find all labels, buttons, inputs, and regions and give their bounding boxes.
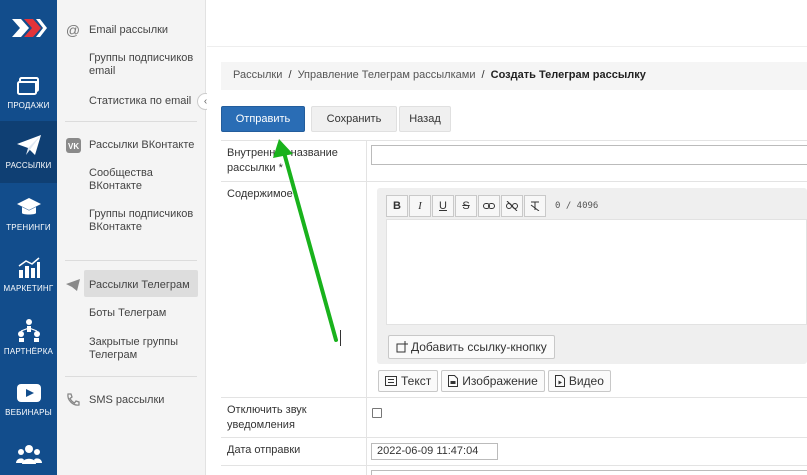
submenu-item-telegram-bots[interactable]: Боты Телеграм [89, 307, 201, 320]
at-sign-icon: @ [65, 22, 81, 38]
message-text-area[interactable] [386, 219, 807, 325]
telegram-icon [65, 277, 81, 293]
card-icon [16, 77, 39, 95]
top-bar [207, 0, 807, 47]
bold-button[interactable]: B [386, 195, 408, 217]
paper-plane-icon [16, 135, 41, 155]
submenu-item-telegram-closed-groups[interactable]: Закрытые группы Телеграм [89, 336, 201, 362]
text-icon [385, 376, 397, 386]
text-cursor [340, 330, 341, 346]
mailings-submenu: @ Email рассылки Группы подписчиков emai… [57, 0, 206, 475]
breadcrumb-mailings[interactable]: Рассылки [233, 69, 282, 81]
date-label: Дата отправки [221, 438, 367, 465]
rail-label-webinars: Вебинары [5, 408, 52, 417]
phone-icon [65, 392, 81, 408]
rail-label-sales: Продажи [7, 101, 50, 110]
submenu-item-vk-communities[interactable]: Сообщества ВКонтакте [89, 167, 201, 193]
submenu-email-label: Email рассылки [89, 24, 169, 36]
add-link-icon [396, 341, 408, 353]
rail-item-webinars[interactable]: Вебинары [0, 369, 57, 431]
submenu-divider [65, 376, 197, 377]
breadcrumb: Рассылки / Управление Телеграм рассылкам… [221, 62, 807, 90]
video-type-button[interactable]: Видео [547, 370, 611, 392]
unlink-icon [506, 201, 518, 211]
breadcrumb-telegram-management[interactable]: Управление Телеграм рассылками [298, 69, 476, 81]
vk-icon: VK [65, 137, 81, 153]
mute-checkbox[interactable] [372, 408, 382, 418]
submenu-telegram-heading[interactable]: Рассылки Телеграм [65, 277, 190, 293]
rail-item-users[interactable] [0, 432, 57, 475]
submenu-vk-label: Рассылки ВКонтакте [89, 139, 195, 151]
next-row-input[interactable] [371, 470, 807, 475]
submenu-sms-heading[interactable]: SMS рассылки [65, 392, 164, 408]
back-button[interactable]: Назад [399, 106, 451, 132]
graduation-cap-icon [16, 198, 41, 215]
add-link-button[interactable]: Добавить ссылку-кнопку [388, 335, 555, 359]
clear-format-button[interactable] [524, 195, 546, 217]
clear-format-icon [530, 201, 540, 211]
submenu-telegram-label: Рассылки Телеграм [89, 279, 190, 291]
rail-item-sales[interactable]: Продажи [0, 62, 57, 124]
rail-item-trainings[interactable]: Тренинги [0, 183, 57, 245]
rail-label-trainings: Тренинги [6, 223, 51, 232]
people-network-icon [17, 319, 40, 342]
rail-label-mailings: Рассылки [5, 161, 52, 170]
next-row-label [221, 466, 367, 475]
main-content: Рассылки / Управление Телеграм рассылкам… [207, 0, 807, 475]
send-date-input[interactable]: 2022-06-09 11:47:04 [371, 443, 498, 460]
app-logo[interactable] [0, 0, 57, 55]
link-button[interactable] [478, 195, 500, 217]
form-row-content: Содержимое B I U S 0 / 4096 Добавить ссы… [221, 181, 807, 397]
image-file-icon [448, 375, 459, 387]
main-nav-rail: Продажи Рассылки Тренинги Маркетинг [0, 0, 57, 475]
form-row-mute: Отключить звук уведомления [221, 397, 807, 437]
submenu-divider [65, 121, 197, 122]
mute-label: Отключить звук уведомления [221, 398, 367, 437]
send-button[interactable]: Отправить [221, 106, 305, 132]
add-link-label: Добавить ссылку-кнопку [411, 340, 547, 354]
breadcrumb-current: Создать Телеграм рассылку [490, 69, 646, 81]
internal-name-label: Внутреннее название рассылки * [221, 141, 367, 181]
link-icon [483, 203, 495, 209]
form-row-date: Дата отправки 2022-06-09 11:47:04 [221, 437, 807, 465]
rail-label-partners: Партнёрка [3, 347, 54, 356]
submenu-divider [65, 260, 197, 261]
text-type-button[interactable]: Текст [378, 370, 439, 392]
text-type-label: Текст [401, 374, 432, 388]
message-editor: B I U S 0 / 4096 Добавить ссылку-кнопку [377, 188, 807, 364]
form-row-next [221, 465, 807, 475]
underline-button[interactable]: U [432, 195, 454, 217]
submenu-vk-heading[interactable]: VK Рассылки ВКонтакте [65, 137, 194, 153]
bar-chart-icon [18, 257, 40, 278]
save-button[interactable]: Сохранить [311, 106, 397, 132]
submenu-sms-label: SMS рассылки [89, 394, 165, 406]
breadcrumb-separator: / [481, 69, 485, 81]
rail-item-mailings[interactable]: Рассылки [0, 121, 57, 183]
rail-label-marketing: Маркетинг [3, 284, 54, 293]
video-type-label: Видео [568, 374, 604, 388]
unlink-button[interactable] [501, 195, 523, 217]
char-counter: 0 / 4096 [555, 201, 599, 211]
users-icon [15, 444, 42, 464]
form-row-internal-name: Внутреннее название рассылки * [221, 140, 807, 181]
submenu-email-heading[interactable]: @ Email рассылки [65, 22, 168, 38]
internal-name-input[interactable] [371, 145, 807, 165]
image-type-button[interactable]: Изображение [441, 370, 545, 392]
breadcrumb-separator: / [288, 69, 292, 81]
strikethrough-button[interactable]: S [455, 195, 477, 217]
italic-button[interactable]: I [409, 195, 431, 217]
submenu-item-email-groups[interactable]: Группы подписчиков email [89, 52, 201, 78]
content-label: Содержимое [221, 182, 367, 397]
content-type-buttons: Текст Изображение Видео [378, 370, 614, 392]
video-file-icon [554, 375, 565, 387]
submenu-item-email-stats[interactable]: Статистика по email [89, 95, 201, 108]
rail-item-partners[interactable]: Партнёрка [0, 306, 57, 368]
rail-item-marketing[interactable]: Маркетинг [0, 244, 57, 306]
image-type-label: Изображение [462, 374, 538, 388]
editor-toolbar: B I U S 0 / 4096 [386, 195, 598, 217]
play-icon [16, 384, 41, 402]
submenu-item-vk-groups[interactable]: Группы подписчиков ВКонтакте [89, 208, 201, 234]
svg-text:VK: VK [68, 142, 79, 151]
